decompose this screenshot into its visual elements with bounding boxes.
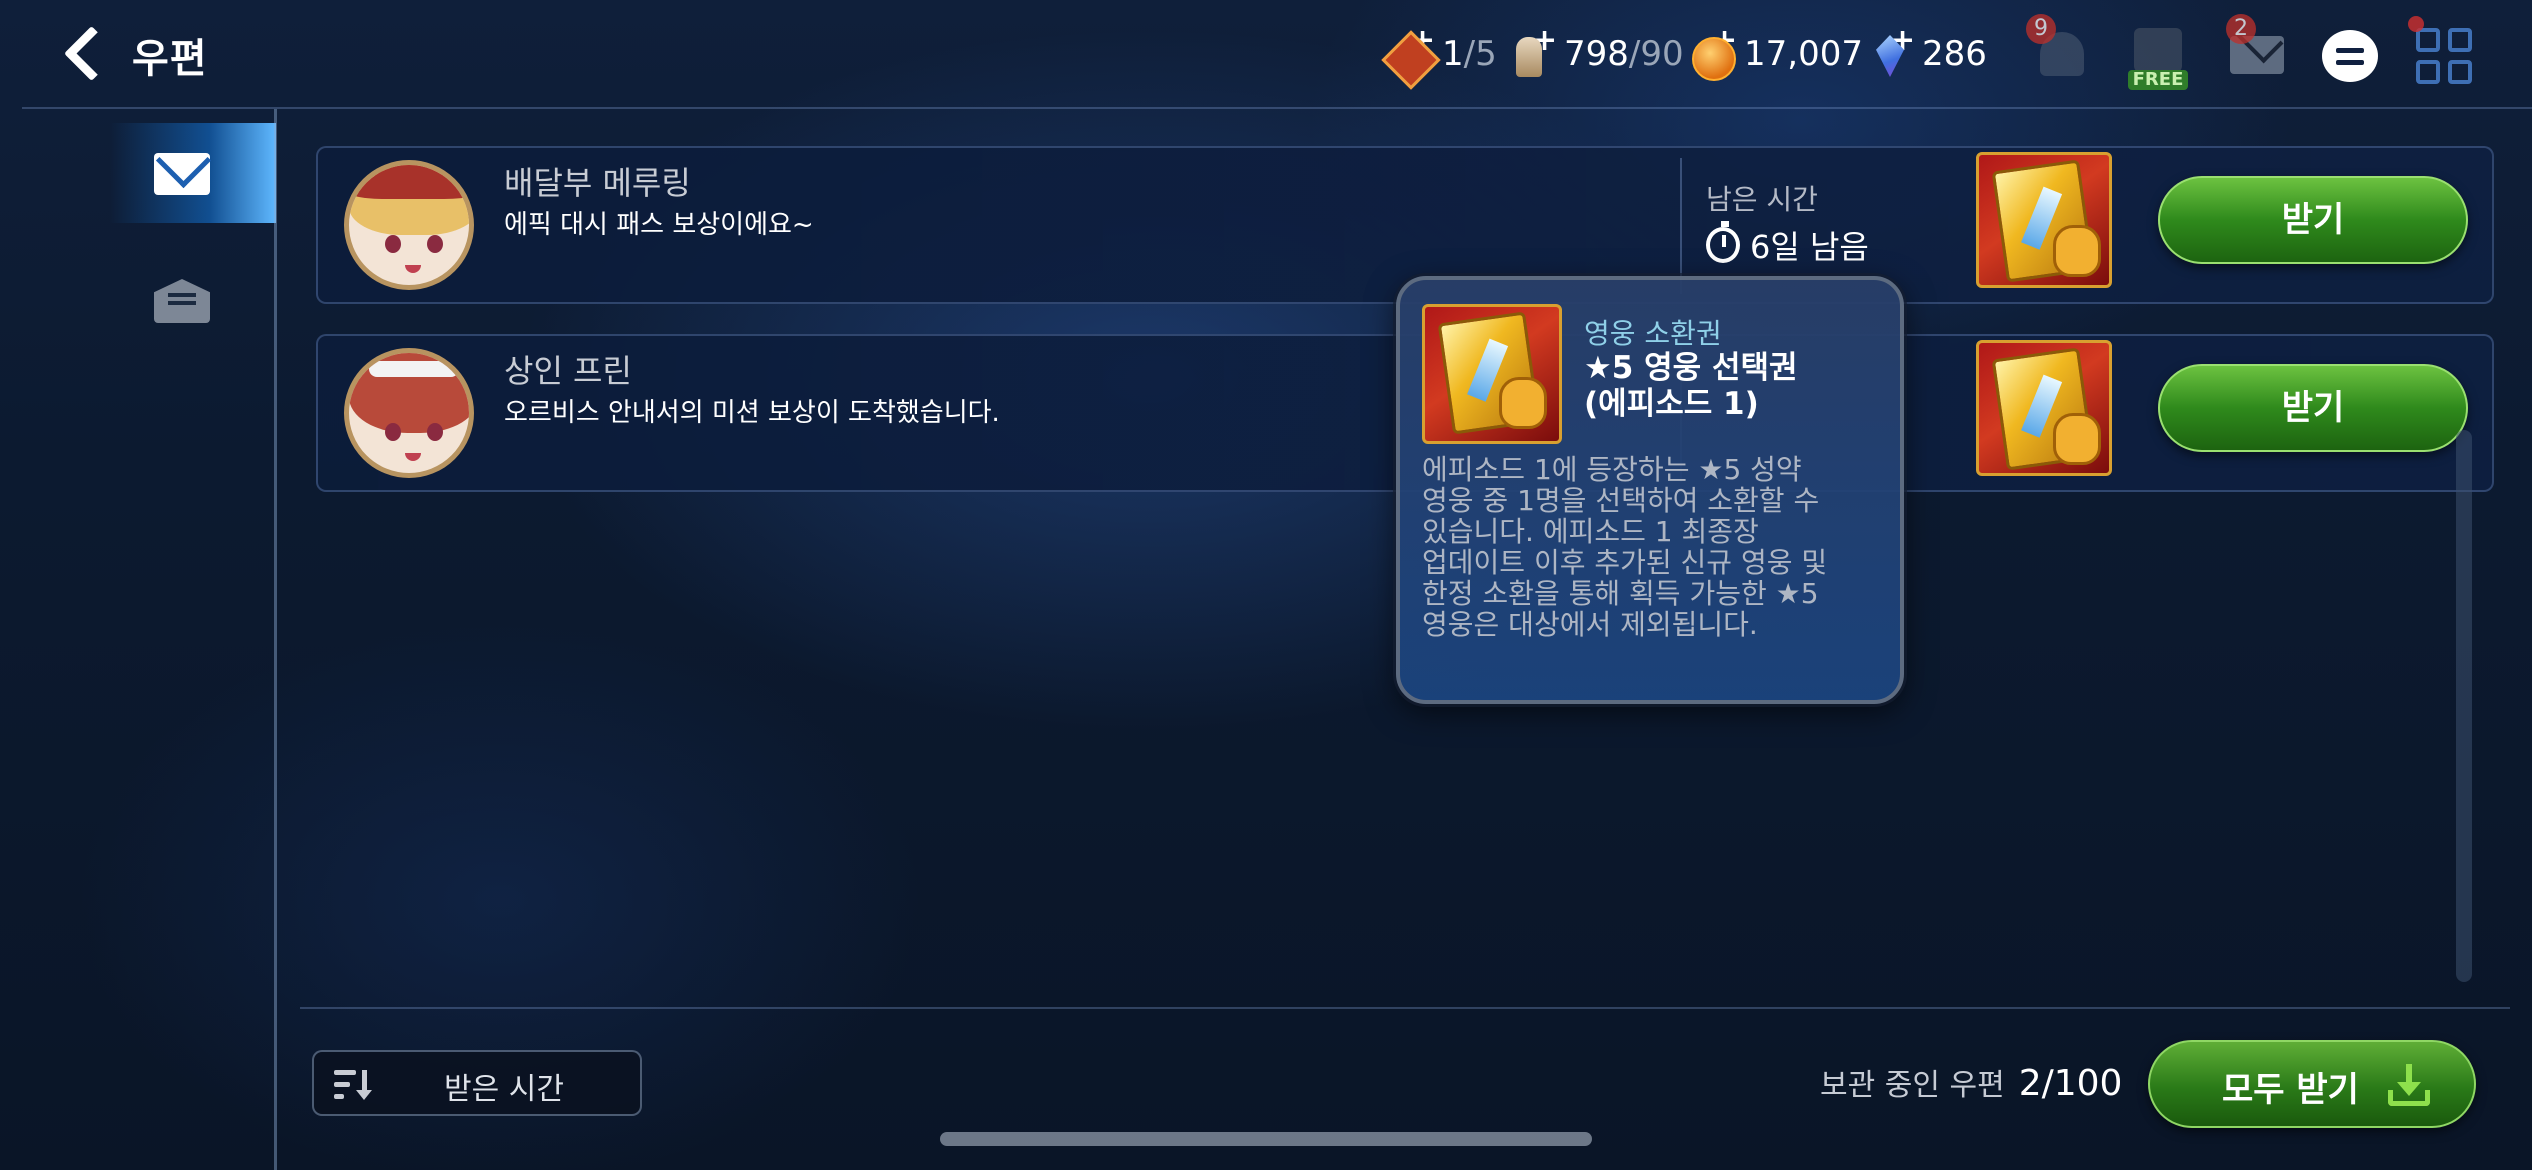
mail-message: 에픽 대시 패스 보상이에요~ — [504, 210, 814, 240]
mail-item: 배달부 메루링 에픽 대시 패스 보상이에요~ 남은 시간 6일 남음 받기 — [316, 146, 2494, 304]
mileage-counter[interactable]: + 798/90 — [1508, 23, 1684, 82]
stamina-counter[interactable]: + 1/5 — [1386, 23, 1497, 82]
sort-button[interactable]: 받은 시간 — [312, 1050, 642, 1116]
storage-status: 보관 중인 우편 2/100 — [1820, 1060, 2122, 1104]
scrollbar[interactable] — [2456, 430, 2472, 982]
grid-menu-icon — [2416, 28, 2474, 86]
tooltip-item-image — [1422, 304, 1562, 444]
hand-icon — [2053, 413, 2101, 465]
stamina-icon: + — [1386, 23, 1435, 79]
claim-all-button[interactable]: 모두 받기 — [2148, 1040, 2476, 1128]
item-category: 영웅 소환권 — [1584, 317, 1722, 350]
menu-alert-dot — [2408, 16, 2424, 32]
avatar — [344, 348, 474, 478]
claim-all-label: 모두 받기 — [2222, 1070, 2359, 1110]
menu-button[interactable] — [2408, 16, 2474, 86]
hand-icon — [2053, 225, 2101, 277]
mail-badge: 2 — [2226, 14, 2256, 44]
sidebar-divider — [274, 109, 277, 1170]
back-button[interactable] — [58, 20, 114, 84]
hand-icon — [1499, 377, 1547, 429]
mileage-icon: + — [1508, 23, 1557, 79]
reward-item[interactable] — [1976, 340, 2112, 476]
claim-button[interactable]: 받기 — [2158, 176, 2468, 264]
sidebar — [0, 109, 278, 1170]
download-icon — [2386, 1064, 2432, 1108]
mail-message: 오르비스 안내서의 미션 보상이 도착했습니다. — [504, 398, 1000, 428]
row-divider — [1680, 158, 1682, 294]
crystal-icon: + — [1866, 23, 1915, 79]
open-envelope-icon — [154, 279, 210, 323]
remaining-time-label: 남은 시간 — [1706, 183, 1818, 216]
top-bar: 우편 + 1/5 + 798/90 + 17,007 + 286 9 FREE … — [0, 0, 2532, 108]
chat-button[interactable] — [2316, 22, 2380, 86]
stopwatch-icon — [1706, 221, 1740, 263]
mail-button[interactable]: 2 — [2224, 14, 2288, 86]
crystal-counter[interactable]: + 286 — [1866, 23, 1987, 82]
tab-read-mail[interactable] — [110, 249, 276, 349]
avatar — [344, 160, 474, 290]
claim-button[interactable]: 받기 — [2158, 364, 2468, 452]
gift-icon — [2134, 28, 2182, 72]
notification-button[interactable]: 9 — [2026, 14, 2094, 86]
reward-item[interactable] — [1976, 152, 2112, 288]
notification-badge: 9 — [2026, 14, 2056, 44]
free-gift-button[interactable]: FREE — [2126, 22, 2190, 90]
header-divider — [22, 107, 2532, 109]
chat-icon — [2322, 30, 2378, 82]
storage-label: 보관 중인 우편 — [1820, 1068, 2005, 1103]
page-title: 우편 — [132, 36, 208, 82]
sort-label: 받은 시간 — [444, 1072, 564, 1107]
item-description: 에피소드 1에 등장하는 ★5 성약 영웅 중 1명을 선택하여 소환할 수 있… — [1422, 453, 1828, 641]
remaining-time: 6일 남음 — [1706, 221, 1869, 268]
storage-count: 2/100 — [2018, 1063, 2123, 1104]
mail-sender: 배달부 메루링 — [504, 164, 691, 202]
free-tag: FREE — [2128, 70, 2188, 90]
sort-icon — [334, 1068, 374, 1102]
item-tooltip: 영웅 소환권 ★5 영웅 선택권 (에피소드 1) 에피소드 1에 등장하는 ★… — [1396, 276, 1904, 704]
footer-divider — [300, 1007, 2510, 1009]
envelope-icon — [154, 153, 210, 195]
item-name: ★5 영웅 선택권 (에피소드 1) — [1584, 350, 1798, 422]
gold-icon: + — [1688, 23, 1737, 81]
tab-inbox[interactable] — [110, 123, 276, 223]
gold-counter[interactable]: + 17,007 — [1688, 23, 1863, 82]
home-indicator[interactable] — [940, 1132, 1592, 1146]
mail-sender: 상인 프린 — [504, 352, 632, 390]
